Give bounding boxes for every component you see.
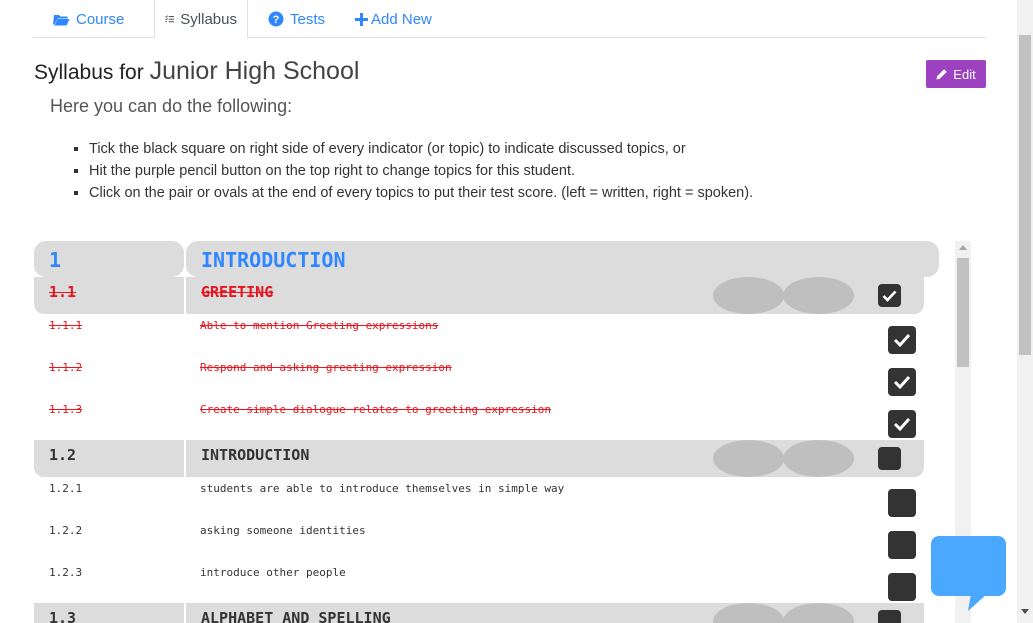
- list-check-icon: [165, 15, 175, 23]
- indicator-text: Respond and asking greeting expression: [200, 361, 452, 374]
- indicator-row: 1.2.3 introduce other people: [34, 561, 924, 603]
- topic-number: 1.1: [34, 277, 184, 314]
- topic-row: 1.1 GREETING: [34, 277, 924, 314]
- indicator-number: 1.1.3: [49, 403, 83, 416]
- chapter-row: 1 INTRODUCTION: [34, 241, 939, 277]
- plus-icon: [355, 12, 368, 26]
- indicator-number: 1.2.1: [49, 482, 83, 495]
- spoken-score-oval[interactable]: [783, 440, 854, 477]
- indicator-checkbox[interactable]: [888, 573, 916, 601]
- scroll-up-arrow-icon[interactable]: [959, 245, 967, 250]
- topic-row: 1.3 ALPHABET AND SPELLING: [34, 603, 924, 623]
- page-title: Syllabus for Junior High School: [34, 57, 359, 86]
- page-scrollbar[interactable]: [1017, 0, 1033, 623]
- topic-checkbox[interactable]: [878, 610, 901, 623]
- instruction-item: Tick the black square on right side of e…: [89, 138, 753, 160]
- indicator-checkbox[interactable]: [888, 326, 916, 354]
- page-scrollbar-thumb[interactable]: [1019, 35, 1031, 355]
- scroll-down-arrow-icon[interactable]: [1021, 609, 1029, 614]
- intro-text: Here you can do the following:: [50, 96, 293, 116]
- nav-tabs: Course Syllabus ? Tests Add New: [33, 0, 986, 39]
- indicator-checkbox[interactable]: [888, 410, 916, 438]
- question-circle-icon: ?: [268, 11, 284, 27]
- chat-widget-button[interactable]: [931, 536, 1006, 611]
- title-prefix: Syllabus for: [34, 61, 144, 84]
- tab-syllabus[interactable]: Syllabus: [154, 0, 248, 39]
- tab-course[interactable]: Course: [43, 0, 134, 38]
- check-icon: [893, 333, 911, 347]
- indicator-checkbox[interactable]: [888, 368, 916, 396]
- indicator-text: Able to mention Greeting expressions: [200, 319, 439, 332]
- indicator-number: 1.1.1: [49, 319, 83, 332]
- written-score-oval[interactable]: [713, 440, 784, 477]
- indicator-number: 1.2.3: [49, 566, 83, 579]
- tab-tests[interactable]: ? Tests: [258, 0, 335, 38]
- topic-number: 1.2: [34, 440, 184, 477]
- indicator-number: 1.1.2: [49, 361, 83, 374]
- school-name: Junior High School: [149, 57, 360, 85]
- chat-bubble-icon: [931, 536, 1006, 611]
- chapter-number: 1: [34, 241, 184, 277]
- instructions-list: Tick the black square on right side of e…: [70, 138, 753, 204]
- indicator-row: 1.1.1 Able to mention Greeting expressio…: [34, 314, 924, 356]
- edit-button[interactable]: Edit: [926, 60, 986, 88]
- topic-row: 1.2 INTRODUCTION: [34, 440, 924, 477]
- indicator-text: introduce other people: [200, 566, 346, 579]
- indicator-text: asking someone identities: [200, 524, 366, 537]
- svg-text:?: ?: [273, 14, 280, 26]
- topic-checkbox[interactable]: [878, 447, 901, 470]
- indicator-row: 1.1.2 Respond and asking greeting expres…: [34, 356, 924, 398]
- tab-tests-label: Tests: [290, 10, 326, 28]
- chapter-title: INTRODUCTION: [186, 241, 939, 277]
- instruction-item: Click on the pair or ovals at the end of…: [89, 182, 753, 204]
- folder-open-icon: [53, 14, 70, 25]
- instruction-item: Hit the purple pencil button on the top …: [89, 160, 753, 182]
- spoken-score-oval[interactable]: [783, 277, 854, 314]
- indicator-text: students are able to introduce themselve…: [200, 482, 565, 495]
- check-icon: [882, 290, 897, 302]
- tab-course-label: Course: [76, 10, 125, 28]
- edit-button-label: Edit: [953, 66, 976, 82]
- scrollbar-thumb[interactable]: [957, 258, 969, 367]
- indicator-checkbox[interactable]: [888, 531, 916, 559]
- indicator-checkbox[interactable]: [888, 489, 916, 517]
- indicator-row: 1.2.2 asking someone identities: [34, 519, 924, 561]
- tab-add-new-label: Add New: [371, 10, 432, 28]
- indicator-number: 1.2.2: [49, 524, 83, 537]
- tab-add-new[interactable]: Add New: [345, 0, 442, 38]
- indicator-text: Create simple dialogue relates to greeti…: [200, 403, 551, 416]
- written-score-oval[interactable]: [713, 277, 784, 314]
- syllabus-panel: 1 INTRODUCTION 1.1 GREETING 1.1.1 Able t…: [33, 241, 953, 623]
- indicator-row: 1.1.3 Create simple dialogue relates to …: [34, 398, 924, 440]
- check-icon: [893, 417, 911, 431]
- pencil-icon: [936, 69, 947, 80]
- tab-syllabus-label: Syllabus: [180, 10, 237, 28]
- indicator-row: 1.2.1 students are able to introduce the…: [34, 477, 924, 519]
- topic-checkbox[interactable]: [878, 284, 901, 307]
- check-icon: [893, 375, 911, 389]
- topic-number: 1.3: [34, 603, 184, 623]
